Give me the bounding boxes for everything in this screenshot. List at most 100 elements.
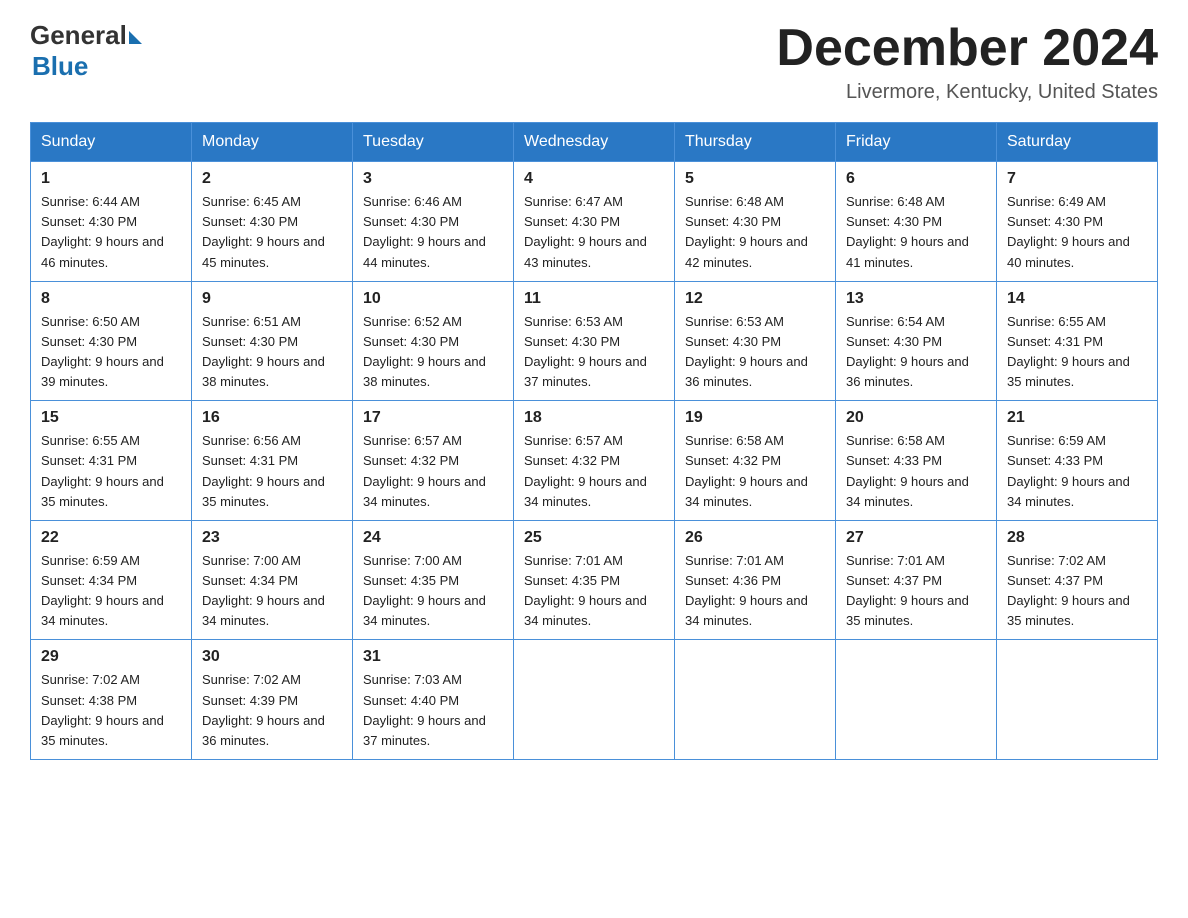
logo-triangle-icon (129, 31, 142, 44)
logo-general-text: General (30, 20, 127, 51)
day-info: Sunrise: 6:51 AMSunset: 4:30 PMDaylight:… (202, 314, 325, 389)
day-info: Sunrise: 6:52 AMSunset: 4:30 PMDaylight:… (363, 314, 486, 389)
day-number: 5 (685, 170, 825, 188)
calendar-week-row: 29 Sunrise: 7:02 AMSunset: 4:38 PMDaylig… (31, 640, 1158, 760)
day-info: Sunrise: 7:01 AMSunset: 4:36 PMDaylight:… (685, 553, 808, 628)
weekday-header-tuesday: Tuesday (353, 123, 514, 162)
weekday-header-wednesday: Wednesday (514, 123, 675, 162)
day-info: Sunrise: 6:55 AMSunset: 4:31 PMDaylight:… (41, 433, 164, 508)
day-number: 15 (41, 409, 181, 427)
calendar-cell (997, 640, 1158, 760)
day-info: Sunrise: 6:45 AMSunset: 4:30 PMDaylight:… (202, 194, 325, 269)
day-number: 6 (846, 170, 986, 188)
day-number: 11 (524, 290, 664, 308)
day-info: Sunrise: 6:54 AMSunset: 4:30 PMDaylight:… (846, 314, 969, 389)
day-number: 13 (846, 290, 986, 308)
calendar-cell: 17 Sunrise: 6:57 AMSunset: 4:32 PMDaylig… (353, 401, 514, 521)
day-info: Sunrise: 6:49 AMSunset: 4:30 PMDaylight:… (1007, 194, 1130, 269)
calendar-cell: 12 Sunrise: 6:53 AMSunset: 4:30 PMDaylig… (675, 281, 836, 401)
day-info: Sunrise: 6:47 AMSunset: 4:30 PMDaylight:… (524, 194, 647, 269)
day-number: 21 (1007, 409, 1147, 427)
day-info: Sunrise: 7:01 AMSunset: 4:37 PMDaylight:… (846, 553, 969, 628)
day-info: Sunrise: 7:00 AMSunset: 4:34 PMDaylight:… (202, 553, 325, 628)
weekday-header-friday: Friday (836, 123, 997, 162)
day-number: 28 (1007, 529, 1147, 547)
day-info: Sunrise: 6:55 AMSunset: 4:31 PMDaylight:… (1007, 314, 1130, 389)
calendar-cell: 25 Sunrise: 7:01 AMSunset: 4:35 PMDaylig… (514, 520, 675, 640)
calendar-cell: 18 Sunrise: 6:57 AMSunset: 4:32 PMDaylig… (514, 401, 675, 521)
day-number: 22 (41, 529, 181, 547)
calendar-table: SundayMondayTuesdayWednesdayThursdayFrid… (30, 122, 1158, 760)
day-info: Sunrise: 7:00 AMSunset: 4:35 PMDaylight:… (363, 553, 486, 628)
calendar-cell: 1 Sunrise: 6:44 AMSunset: 4:30 PMDayligh… (31, 162, 192, 282)
day-info: Sunrise: 6:59 AMSunset: 4:34 PMDaylight:… (41, 553, 164, 628)
logo: General Blue (30, 20, 142, 82)
calendar-cell: 9 Sunrise: 6:51 AMSunset: 4:30 PMDayligh… (192, 281, 353, 401)
day-number: 7 (1007, 170, 1147, 188)
day-info: Sunrise: 6:56 AMSunset: 4:31 PMDaylight:… (202, 433, 325, 508)
title-section: December 2024 Livermore, Kentucky, Unite… (776, 20, 1158, 104)
day-info: Sunrise: 6:57 AMSunset: 4:32 PMDaylight:… (363, 433, 486, 508)
day-info: Sunrise: 7:02 AMSunset: 4:39 PMDaylight:… (202, 672, 325, 747)
day-number: 3 (363, 170, 503, 188)
day-number: 10 (363, 290, 503, 308)
day-number: 14 (1007, 290, 1147, 308)
day-info: Sunrise: 6:44 AMSunset: 4:30 PMDaylight:… (41, 194, 164, 269)
calendar-cell: 15 Sunrise: 6:55 AMSunset: 4:31 PMDaylig… (31, 401, 192, 521)
day-number: 8 (41, 290, 181, 308)
day-number: 31 (363, 648, 503, 666)
calendar-cell: 29 Sunrise: 7:02 AMSunset: 4:38 PMDaylig… (31, 640, 192, 760)
day-number: 12 (685, 290, 825, 308)
day-info: Sunrise: 6:46 AMSunset: 4:30 PMDaylight:… (363, 194, 486, 269)
day-info: Sunrise: 6:48 AMSunset: 4:30 PMDaylight:… (846, 194, 969, 269)
day-number: 17 (363, 409, 503, 427)
day-info: Sunrise: 6:53 AMSunset: 4:30 PMDaylight:… (524, 314, 647, 389)
calendar-cell (514, 640, 675, 760)
day-number: 18 (524, 409, 664, 427)
weekday-header-row: SundayMondayTuesdayWednesdayThursdayFrid… (31, 123, 1158, 162)
day-info: Sunrise: 6:53 AMSunset: 4:30 PMDaylight:… (685, 314, 808, 389)
day-info: Sunrise: 6:48 AMSunset: 4:30 PMDaylight:… (685, 194, 808, 269)
day-info: Sunrise: 7:01 AMSunset: 4:35 PMDaylight:… (524, 553, 647, 628)
calendar-cell: 6 Sunrise: 6:48 AMSunset: 4:30 PMDayligh… (836, 162, 997, 282)
weekday-header-saturday: Saturday (997, 123, 1158, 162)
calendar-cell: 5 Sunrise: 6:48 AMSunset: 4:30 PMDayligh… (675, 162, 836, 282)
day-number: 9 (202, 290, 342, 308)
weekday-header-sunday: Sunday (31, 123, 192, 162)
calendar-cell: 16 Sunrise: 6:56 AMSunset: 4:31 PMDaylig… (192, 401, 353, 521)
weekday-header-thursday: Thursday (675, 123, 836, 162)
calendar-cell: 4 Sunrise: 6:47 AMSunset: 4:30 PMDayligh… (514, 162, 675, 282)
day-number: 23 (202, 529, 342, 547)
day-number: 24 (363, 529, 503, 547)
calendar-week-row: 8 Sunrise: 6:50 AMSunset: 4:30 PMDayligh… (31, 281, 1158, 401)
calendar-week-row: 1 Sunrise: 6:44 AMSunset: 4:30 PMDayligh… (31, 162, 1158, 282)
calendar-subtitle: Livermore, Kentucky, United States (776, 81, 1158, 104)
calendar-cell: 19 Sunrise: 6:58 AMSunset: 4:32 PMDaylig… (675, 401, 836, 521)
calendar-cell: 7 Sunrise: 6:49 AMSunset: 4:30 PMDayligh… (997, 162, 1158, 282)
calendar-week-row: 15 Sunrise: 6:55 AMSunset: 4:31 PMDaylig… (31, 401, 1158, 521)
logo-blue-text: Blue (32, 51, 142, 82)
calendar-cell: 14 Sunrise: 6:55 AMSunset: 4:31 PMDaylig… (997, 281, 1158, 401)
calendar-cell: 3 Sunrise: 6:46 AMSunset: 4:30 PMDayligh… (353, 162, 514, 282)
calendar-cell: 21 Sunrise: 6:59 AMSunset: 4:33 PMDaylig… (997, 401, 1158, 521)
calendar-cell: 20 Sunrise: 6:58 AMSunset: 4:33 PMDaylig… (836, 401, 997, 521)
calendar-cell: 24 Sunrise: 7:00 AMSunset: 4:35 PMDaylig… (353, 520, 514, 640)
calendar-cell: 23 Sunrise: 7:00 AMSunset: 4:34 PMDaylig… (192, 520, 353, 640)
day-number: 25 (524, 529, 664, 547)
calendar-cell: 22 Sunrise: 6:59 AMSunset: 4:34 PMDaylig… (31, 520, 192, 640)
calendar-cell: 26 Sunrise: 7:01 AMSunset: 4:36 PMDaylig… (675, 520, 836, 640)
day-number: 4 (524, 170, 664, 188)
day-number: 2 (202, 170, 342, 188)
day-info: Sunrise: 6:58 AMSunset: 4:33 PMDaylight:… (846, 433, 969, 508)
day-info: Sunrise: 6:57 AMSunset: 4:32 PMDaylight:… (524, 433, 647, 508)
day-info: Sunrise: 7:02 AMSunset: 4:37 PMDaylight:… (1007, 553, 1130, 628)
page-header: General Blue December 2024 Livermore, Ke… (30, 20, 1158, 104)
day-info: Sunrise: 7:03 AMSunset: 4:40 PMDaylight:… (363, 672, 486, 747)
day-info: Sunrise: 7:02 AMSunset: 4:38 PMDaylight:… (41, 672, 164, 747)
calendar-cell: 27 Sunrise: 7:01 AMSunset: 4:37 PMDaylig… (836, 520, 997, 640)
calendar-cell: 28 Sunrise: 7:02 AMSunset: 4:37 PMDaylig… (997, 520, 1158, 640)
calendar-week-row: 22 Sunrise: 6:59 AMSunset: 4:34 PMDaylig… (31, 520, 1158, 640)
day-number: 30 (202, 648, 342, 666)
calendar-cell: 10 Sunrise: 6:52 AMSunset: 4:30 PMDaylig… (353, 281, 514, 401)
calendar-title: December 2024 (776, 20, 1158, 77)
